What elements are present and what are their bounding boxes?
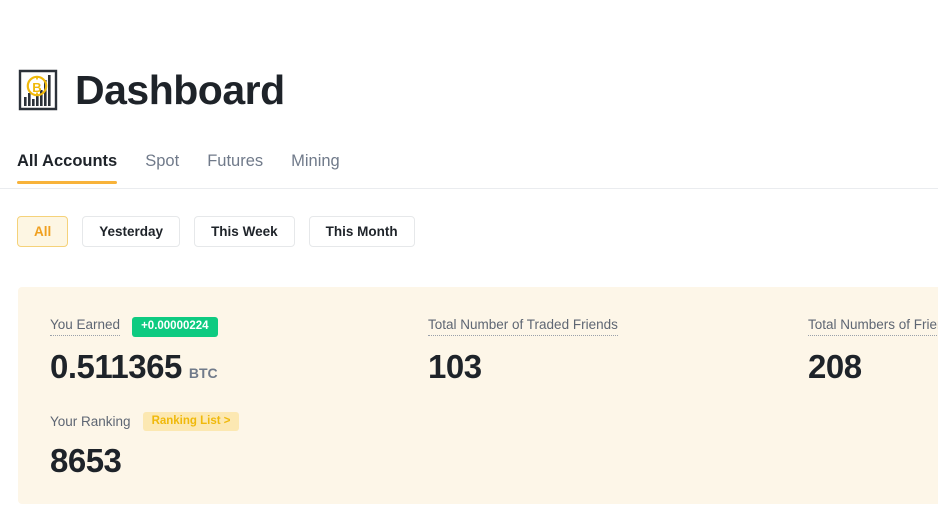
stat-value-total-friends: 208 bbox=[808, 348, 862, 385]
tab-mining[interactable]: Mining bbox=[291, 152, 340, 183]
stat-header: Total Numbers of Friends bbox=[808, 317, 938, 337]
dashboard-page: B Dashboard All Accounts Spot Futures Mi… bbox=[0, 0, 938, 527]
filter-this-week[interactable]: This Week bbox=[194, 216, 295, 247]
earned-delta-badge[interactable]: +0.00000224 bbox=[132, 317, 218, 337]
stat-your-ranking: Your Ranking Ranking List > 8653 bbox=[18, 411, 396, 479]
grid-spacer bbox=[396, 411, 776, 479]
page-title: Dashboard bbox=[75, 66, 285, 113]
stat-label-traded-friends: Total Number of Traded Friends bbox=[428, 318, 618, 337]
filter-yesterday[interactable]: Yesterday bbox=[82, 216, 181, 247]
stat-traded-friends: Total Number of Traded Friends 103 bbox=[396, 317, 776, 385]
stat-value-traded-friends: 103 bbox=[428, 348, 482, 385]
stat-header: Your Ranking Ranking List > bbox=[50, 411, 396, 432]
stat-label-you-earned: You Earned bbox=[50, 318, 121, 337]
stat-total-friends: Total Numbers of Friends 208 bbox=[776, 317, 938, 385]
grid-spacer bbox=[776, 411, 938, 479]
stat-unit-btc: BTC bbox=[188, 365, 218, 381]
stat-header: You Earned +0.00000224 bbox=[50, 317, 396, 337]
stat-value-row: 0.511365 BTC bbox=[50, 348, 396, 385]
filter-this-month[interactable]: This Month bbox=[308, 216, 415, 247]
stat-value-you-earned: 0.511365 bbox=[50, 348, 182, 385]
account-tabs: All Accounts Spot Futures Mining bbox=[0, 152, 938, 189]
ranking-list-link[interactable]: Ranking List > bbox=[142, 411, 240, 432]
filter-all[interactable]: All bbox=[17, 216, 69, 247]
stat-value-row: 208 bbox=[808, 348, 938, 385]
tab-futures[interactable]: Futures bbox=[207, 152, 263, 183]
tab-all-accounts[interactable]: All Accounts bbox=[17, 152, 118, 184]
date-range-filters: All Yesterday This Week This Month bbox=[17, 216, 415, 247]
stat-header: Total Number of Traded Friends bbox=[428, 317, 776, 337]
stat-value-row: 103 bbox=[428, 348, 776, 385]
stat-label-your-ranking: Your Ranking bbox=[50, 413, 131, 429]
tab-spot[interactable]: Spot bbox=[145, 152, 179, 183]
stat-you-earned: You Earned +0.00000224 0.511365 BTC bbox=[18, 317, 396, 385]
stats-card: You Earned +0.00000224 0.511365 BTC Tota… bbox=[18, 287, 938, 504]
bitcoin-bar-chart-icon: B bbox=[17, 68, 59, 112]
page-header: B Dashboard bbox=[17, 68, 285, 112]
stat-label-total-friends: Total Numbers of Friends bbox=[808, 318, 938, 337]
stat-value-your-ranking: 8653 bbox=[50, 442, 122, 480]
stat-value-row: 8653 bbox=[50, 442, 396, 480]
